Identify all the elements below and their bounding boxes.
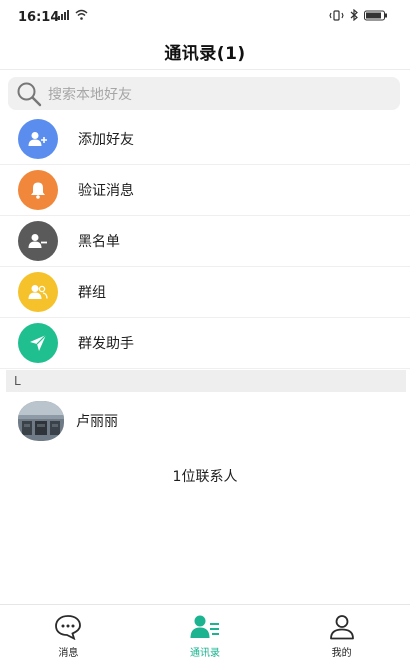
remove-user-icon [18,221,58,261]
search-icon [17,82,42,106]
tab-messages[interactable]: 消息 [0,605,137,662]
battery-icon [364,10,387,20]
bottom-nav: 消息 通讯录 我的 [0,604,410,662]
search-input[interactable]: 搜索本地好友 [48,84,132,104]
status-time: 16:14 [18,10,60,25]
tab-contacts[interactable]: 通讯录 [137,605,274,662]
contact-name: 卢丽丽 [76,414,118,430]
signal-icon [58,10,69,20]
page-title: 通讯录(1) [164,44,246,64]
bell-icon [18,170,58,210]
contacts-icon [189,613,221,641]
menu-item-add-friend[interactable]: 添加好友 [0,114,410,165]
contacts-menu-list: 添加好友 验证消息 黑名单 群组 群发助手 [0,114,410,369]
contact-count: 1位联系人 [172,469,238,485]
profile-icon [326,613,358,641]
tab-label: 通讯录 [190,648,220,659]
search-bar[interactable]: 搜索本地好友 [8,77,400,110]
menu-item-label: 群发助手 [78,336,134,352]
section-letter: L [14,374,21,388]
menu-item-label: 群组 [78,285,106,301]
menu-item-label: 验证消息 [78,183,134,199]
tab-label: 消息 [58,648,79,659]
chat-bubble-icon [52,613,84,641]
section-index-header: L [6,370,406,392]
header: 通讯录(1) [0,30,410,70]
status-bar: 16:14 [0,0,410,30]
menu-item-label: 添加好友 [78,132,134,148]
avatar [18,401,64,441]
menu-item-blacklist[interactable]: 黑名单 [0,216,410,267]
menu-item-verify-messages[interactable]: 验证消息 [0,165,410,216]
tab-label: 我的 [331,648,352,659]
menu-item-label: 黑名单 [78,234,120,250]
tab-profile[interactable]: 我的 [273,605,410,662]
menu-item-groups[interactable]: 群组 [0,267,410,318]
group-icon [18,272,58,312]
send-icon [18,323,58,363]
wifi-icon [75,9,88,20]
add-user-icon [18,119,58,159]
menu-item-broadcast-assistant[interactable]: 群发助手 [0,318,410,369]
bluetooth-icon [350,9,358,21]
vibrate-icon [329,9,344,21]
contact-item[interactable]: 卢丽丽 [0,396,410,446]
